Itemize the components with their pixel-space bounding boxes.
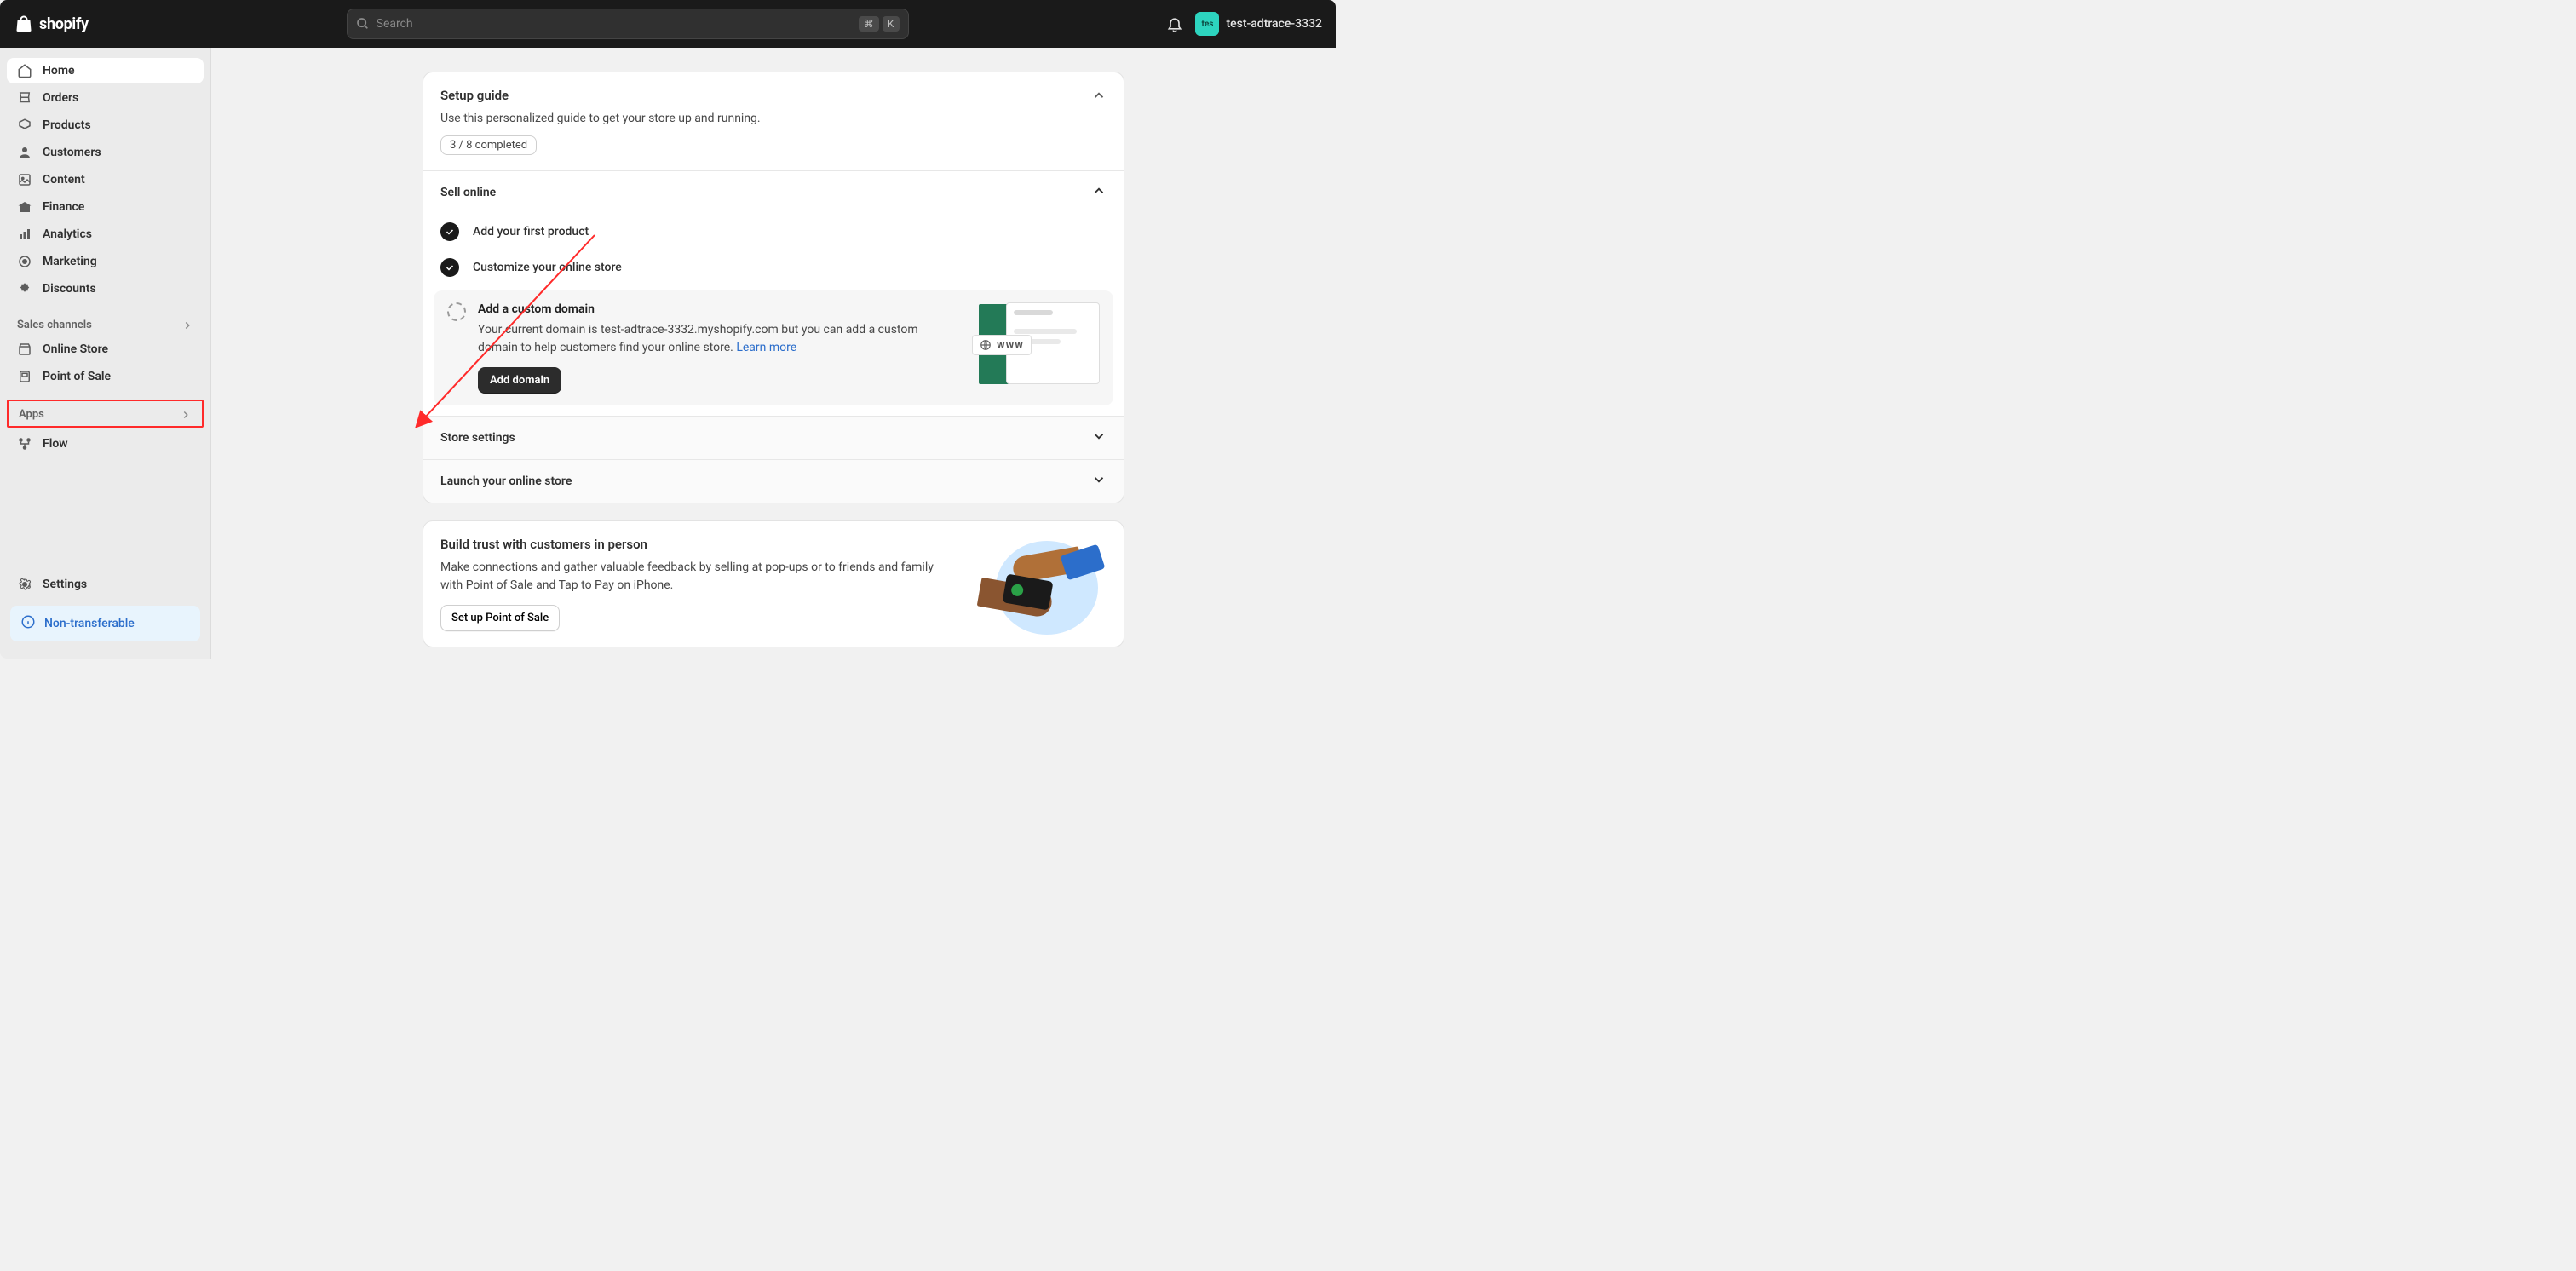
- search-shortcut: ⌘ K: [859, 16, 900, 32]
- sidebar-item-point-of-sale[interactable]: Point of Sale: [7, 364, 204, 389]
- build-trust-card: Build trust with customers in person Mak…: [423, 520, 1124, 647]
- task-customize-store[interactable]: Customize your online store: [423, 250, 1124, 285]
- chevron-down-icon: [1091, 428, 1107, 447]
- section-launch-store[interactable]: Launch your online store: [423, 459, 1124, 503]
- sidebar-item-finance[interactable]: Finance: [7, 194, 204, 220]
- sidebar-item-label: Home: [43, 64, 75, 78]
- sidebar-item-discounts[interactable]: Discounts: [7, 276, 204, 302]
- sidebar-item-label: Analytics: [43, 227, 92, 241]
- orders-icon: [17, 90, 32, 106]
- store-icon: [17, 342, 32, 357]
- task-description: Your current domain is test-adtrace-3332…: [478, 321, 955, 357]
- task-add-custom-domain: Add a custom domain Your current domain …: [434, 290, 1113, 405]
- search-icon: [356, 17, 370, 31]
- chevron-right-icon: [180, 409, 192, 421]
- pos-illustration: [979, 537, 1107, 630]
- sidebar-item-orders[interactable]: Orders: [7, 85, 204, 111]
- chevron-up-icon[interactable]: [1091, 88, 1107, 103]
- sidebar-item-marketing[interactable]: Marketing: [7, 249, 204, 274]
- domain-thumbnail: WWW: [972, 302, 1100, 386]
- chevron-down-icon: [1091, 472, 1107, 491]
- top-header: shopify Search ⌘ K tes test-adtrace-3332: [0, 0, 1336, 48]
- info-icon: [20, 614, 36, 633]
- trust-title: Build trust with customers in person: [440, 537, 958, 552]
- sidebar-item-flow[interactable]: Flow: [7, 431, 204, 457]
- finance-icon: [17, 199, 32, 215]
- sidebar-item-online-store[interactable]: Online Store: [7, 336, 204, 362]
- notifications-icon[interactable]: [1166, 15, 1183, 32]
- shopify-logo[interactable]: shopify: [14, 14, 89, 34]
- sidebar-item-label: Settings: [43, 578, 87, 591]
- store-avatar: tes: [1195, 12, 1219, 36]
- sidebar-item-label: Point of Sale: [43, 370, 111, 383]
- pos-icon: [17, 369, 32, 384]
- flow-icon: [17, 436, 32, 451]
- sidebar-item-label: Marketing: [43, 255, 97, 268]
- chevron-up-icon: [1091, 183, 1107, 202]
- marketing-icon: [17, 254, 32, 269]
- sidebar-item-label: Content: [43, 173, 85, 187]
- chevron-right-icon: [181, 319, 193, 331]
- customers-icon: [17, 145, 32, 160]
- sidebar-item-label: Customers: [43, 146, 101, 159]
- main-content: Setup guide Use this personalized guide …: [211, 48, 1336, 659]
- non-transferable-badge[interactable]: Non-transferable: [10, 606, 200, 641]
- sidebar-item-analytics[interactable]: Analytics: [7, 221, 204, 247]
- pending-circle-icon: [447, 302, 466, 321]
- store-menu[interactable]: tes test-adtrace-3332: [1195, 12, 1322, 36]
- brand-text: shopify: [39, 15, 89, 33]
- section-sell-online[interactable]: Sell online: [423, 170, 1124, 214]
- setup-pos-button[interactable]: Set up Point of Sale: [440, 605, 560, 631]
- search-input[interactable]: Search ⌘ K: [347, 9, 909, 39]
- sidebar-item-label: Online Store: [43, 342, 108, 356]
- sidebar-item-label: Orders: [43, 91, 78, 105]
- section-store-settings[interactable]: Store settings: [423, 416, 1124, 459]
- discounts-icon: [17, 281, 32, 296]
- store-name: test-adtrace-3332: [1226, 17, 1322, 31]
- learn-more-link[interactable]: Learn more: [736, 341, 796, 354]
- sidebar-item-label: Discounts: [43, 282, 96, 296]
- task-add-first-product[interactable]: Add your first product: [423, 214, 1124, 250]
- setup-guide-subtitle: Use this personalized guide to get your …: [440, 112, 1107, 125]
- sidebar-item-settings[interactable]: Settings: [7, 572, 204, 597]
- gear-icon: [17, 577, 32, 592]
- setup-guide-title: Setup guide: [440, 88, 509, 103]
- check-icon: [440, 258, 459, 277]
- add-domain-button[interactable]: Add domain: [478, 367, 561, 394]
- products-icon: [17, 118, 32, 133]
- sidebar-item-label: Finance: [43, 200, 84, 214]
- trust-description: Make connections and gather valuable fee…: [440, 559, 958, 595]
- shopify-bag-icon: [14, 14, 34, 34]
- sidebar-item-customers[interactable]: Customers: [7, 140, 204, 165]
- globe-icon: [980, 339, 992, 351]
- sidebar-item-label: Flow: [43, 437, 68, 451]
- sidebar: Home Orders Products Customers Content F…: [0, 48, 211, 659]
- sidebar-item-products[interactable]: Products: [7, 112, 204, 138]
- task-title: Add a custom domain: [478, 302, 955, 316]
- content-icon: [17, 172, 32, 187]
- sales-channels-section[interactable]: Sales channels: [7, 312, 204, 336]
- setup-guide-card: Setup guide Use this personalized guide …: [423, 72, 1124, 503]
- sidebar-item-label: Products: [43, 118, 91, 132]
- sidebar-item-content[interactable]: Content: [7, 167, 204, 193]
- apps-section[interactable]: Apps: [7, 400, 204, 428]
- check-icon: [440, 222, 459, 241]
- search-placeholder: Search: [377, 17, 852, 31]
- home-icon: [17, 63, 32, 78]
- sidebar-item-home[interactable]: Home: [7, 58, 204, 83]
- progress-badge: 3 / 8 completed: [440, 135, 537, 155]
- analytics-icon: [17, 227, 32, 242]
